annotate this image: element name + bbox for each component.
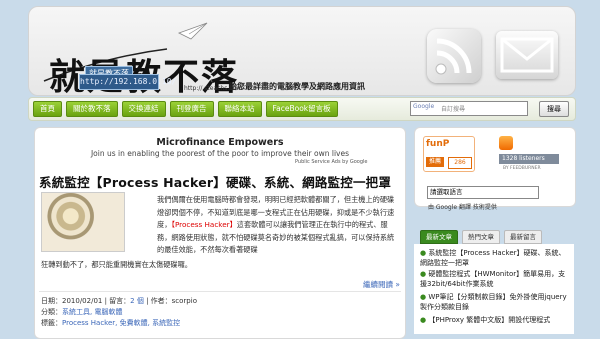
ad-subtitle: Join us in enabling the poorest of the p… [90,149,350,158]
read-more-link[interactable]: 繼續閱讀 » [363,279,400,290]
funp-widget[interactable]: funP 推薦 286 [423,136,475,172]
post-excerpt-continued: 狂轉到動不了，都只能重開機實在太傷硬碟囉。 [41,260,192,269]
tab-popular-posts[interactable]: 熱門文章 [462,230,500,244]
tab-recent-comments[interactable]: 最新留言 [504,230,542,244]
search-button[interactable]: 搜尋 [539,101,569,117]
meta-author: | 作者：scorpio [143,297,197,305]
funp-count: 286 [448,157,472,169]
site-header: 就是教不落 就是教不落 http://192.168.0.10/ http://… [28,6,576,96]
post-thumbnail[interactable] [41,192,125,252]
main-navigation: 首頁 關於教不落 交換連結 刊登廣告 聯絡本站 FaceBook留言板 Goog… [28,97,576,121]
funp-recommend-button[interactable]: 推薦 [426,157,444,167]
paper-plane-icon [177,22,208,40]
meta-category-label: 分類： [41,308,62,316]
recent-posts-list: ● 系統監控【Process Hacker】硬碟、系統、網路監控一把罩 ● 硬體… [414,244,574,334]
tab-recent-posts[interactable]: 最新文章 [420,230,458,244]
excerpt-highlight: 【Process Hacker】 [171,220,237,229]
ad-banner[interactable]: Microfinance Empowers Join us in enablin… [35,128,405,166]
list-item[interactable]: ● 系統監控【Process Hacker】硬碟、系統、網路監控一把罩 [420,248,570,268]
nav-contact[interactable]: 聯絡本站 [217,101,262,117]
meta-date: 日期：2010/02/01 | 留言： [41,297,131,305]
post-divider [39,291,401,292]
ad-title[interactable]: Microfinance Empowers [35,137,405,148]
post-excerpt: 我們偶爾在使用電腦時都會發現，明明已經把軟體都關了，但主機上的硬碟燈卻閃個不停，… [157,194,401,257]
google-translate-credit: 由 Google 翻譯 技術提供 [428,204,497,211]
email-subscribe-icon[interactable] [496,31,558,79]
nav-facebook-board[interactable]: FaceBook留言板 [265,101,338,117]
funp-logo: funP [426,139,450,149]
page: 就是教不落 就是教不落 http://192.168.0.10/ http://… [0,0,600,339]
meta-tags-link[interactable]: Process Hacker, 免費軟體, 系統監控 [62,319,180,327]
feedburner-widget[interactable]: 1328 listeners BY FEEDBURNER [499,136,559,171]
nav-about[interactable]: 關於教不落 [66,101,118,117]
meta-comments-link[interactable]: 2 個 [130,297,144,305]
translate-widget: 請選取語言 由 Google 翻譯 技術提供 [414,186,574,216]
main-content: Microfinance Empowers Join us in enablin… [34,127,406,339]
logo-ip: http://192.168.0.10/ [79,74,176,90]
nav-advertise[interactable]: 刊登廣告 [169,101,214,117]
post-meta: 日期：2010/02/01 | 留言：2 個 | 作者：scorpio 分類：系… [41,296,401,329]
rss-feed-icon[interactable] [427,29,481,83]
nav-home[interactable]: 首頁 [33,101,62,117]
feedburner-credit: BY FEEDBURNER [503,166,541,171]
list-item[interactable]: ● 硬體監控程式【HWMonitor】簡單易用，支援32bit/64bit作業系… [420,269,570,289]
feed-icon [499,136,513,150]
feed-listener-count: 1328 listeners [499,154,559,164]
post-title[interactable]: 系統監控【Process Hacker】硬碟、系統、網路監控一把罩 [39,172,391,191]
language-select[interactable]: 請選取語言 [427,186,539,199]
site-tagline: 給您最詳盡的電腦教學及網路應用資訊 [229,82,365,91]
list-item[interactable]: ● WP筆記【分類制款目錄】免外掛使用jquery製作分類款目錄 [420,292,570,312]
list-item[interactable]: ● 【PHProxy 繁體中文版】開設代理程式 [420,315,570,325]
sidebar-tabs: 最新文章 熱門文章 最新留言 [420,230,572,244]
google-search-brand: Google [413,103,435,110]
meta-tags-label: 標籤： [41,319,62,327]
nav-link-exchange[interactable]: 交換連結 [121,101,166,117]
search-placeholder: 自訂搜尋 [441,106,466,113]
ad-credit[interactable]: Public Service Ads by Google [295,159,368,165]
meta-categories-link[interactable]: 系統工具, 電腦軟體 [62,308,122,316]
search-input[interactable]: Google 自訂搜尋 [410,101,528,116]
